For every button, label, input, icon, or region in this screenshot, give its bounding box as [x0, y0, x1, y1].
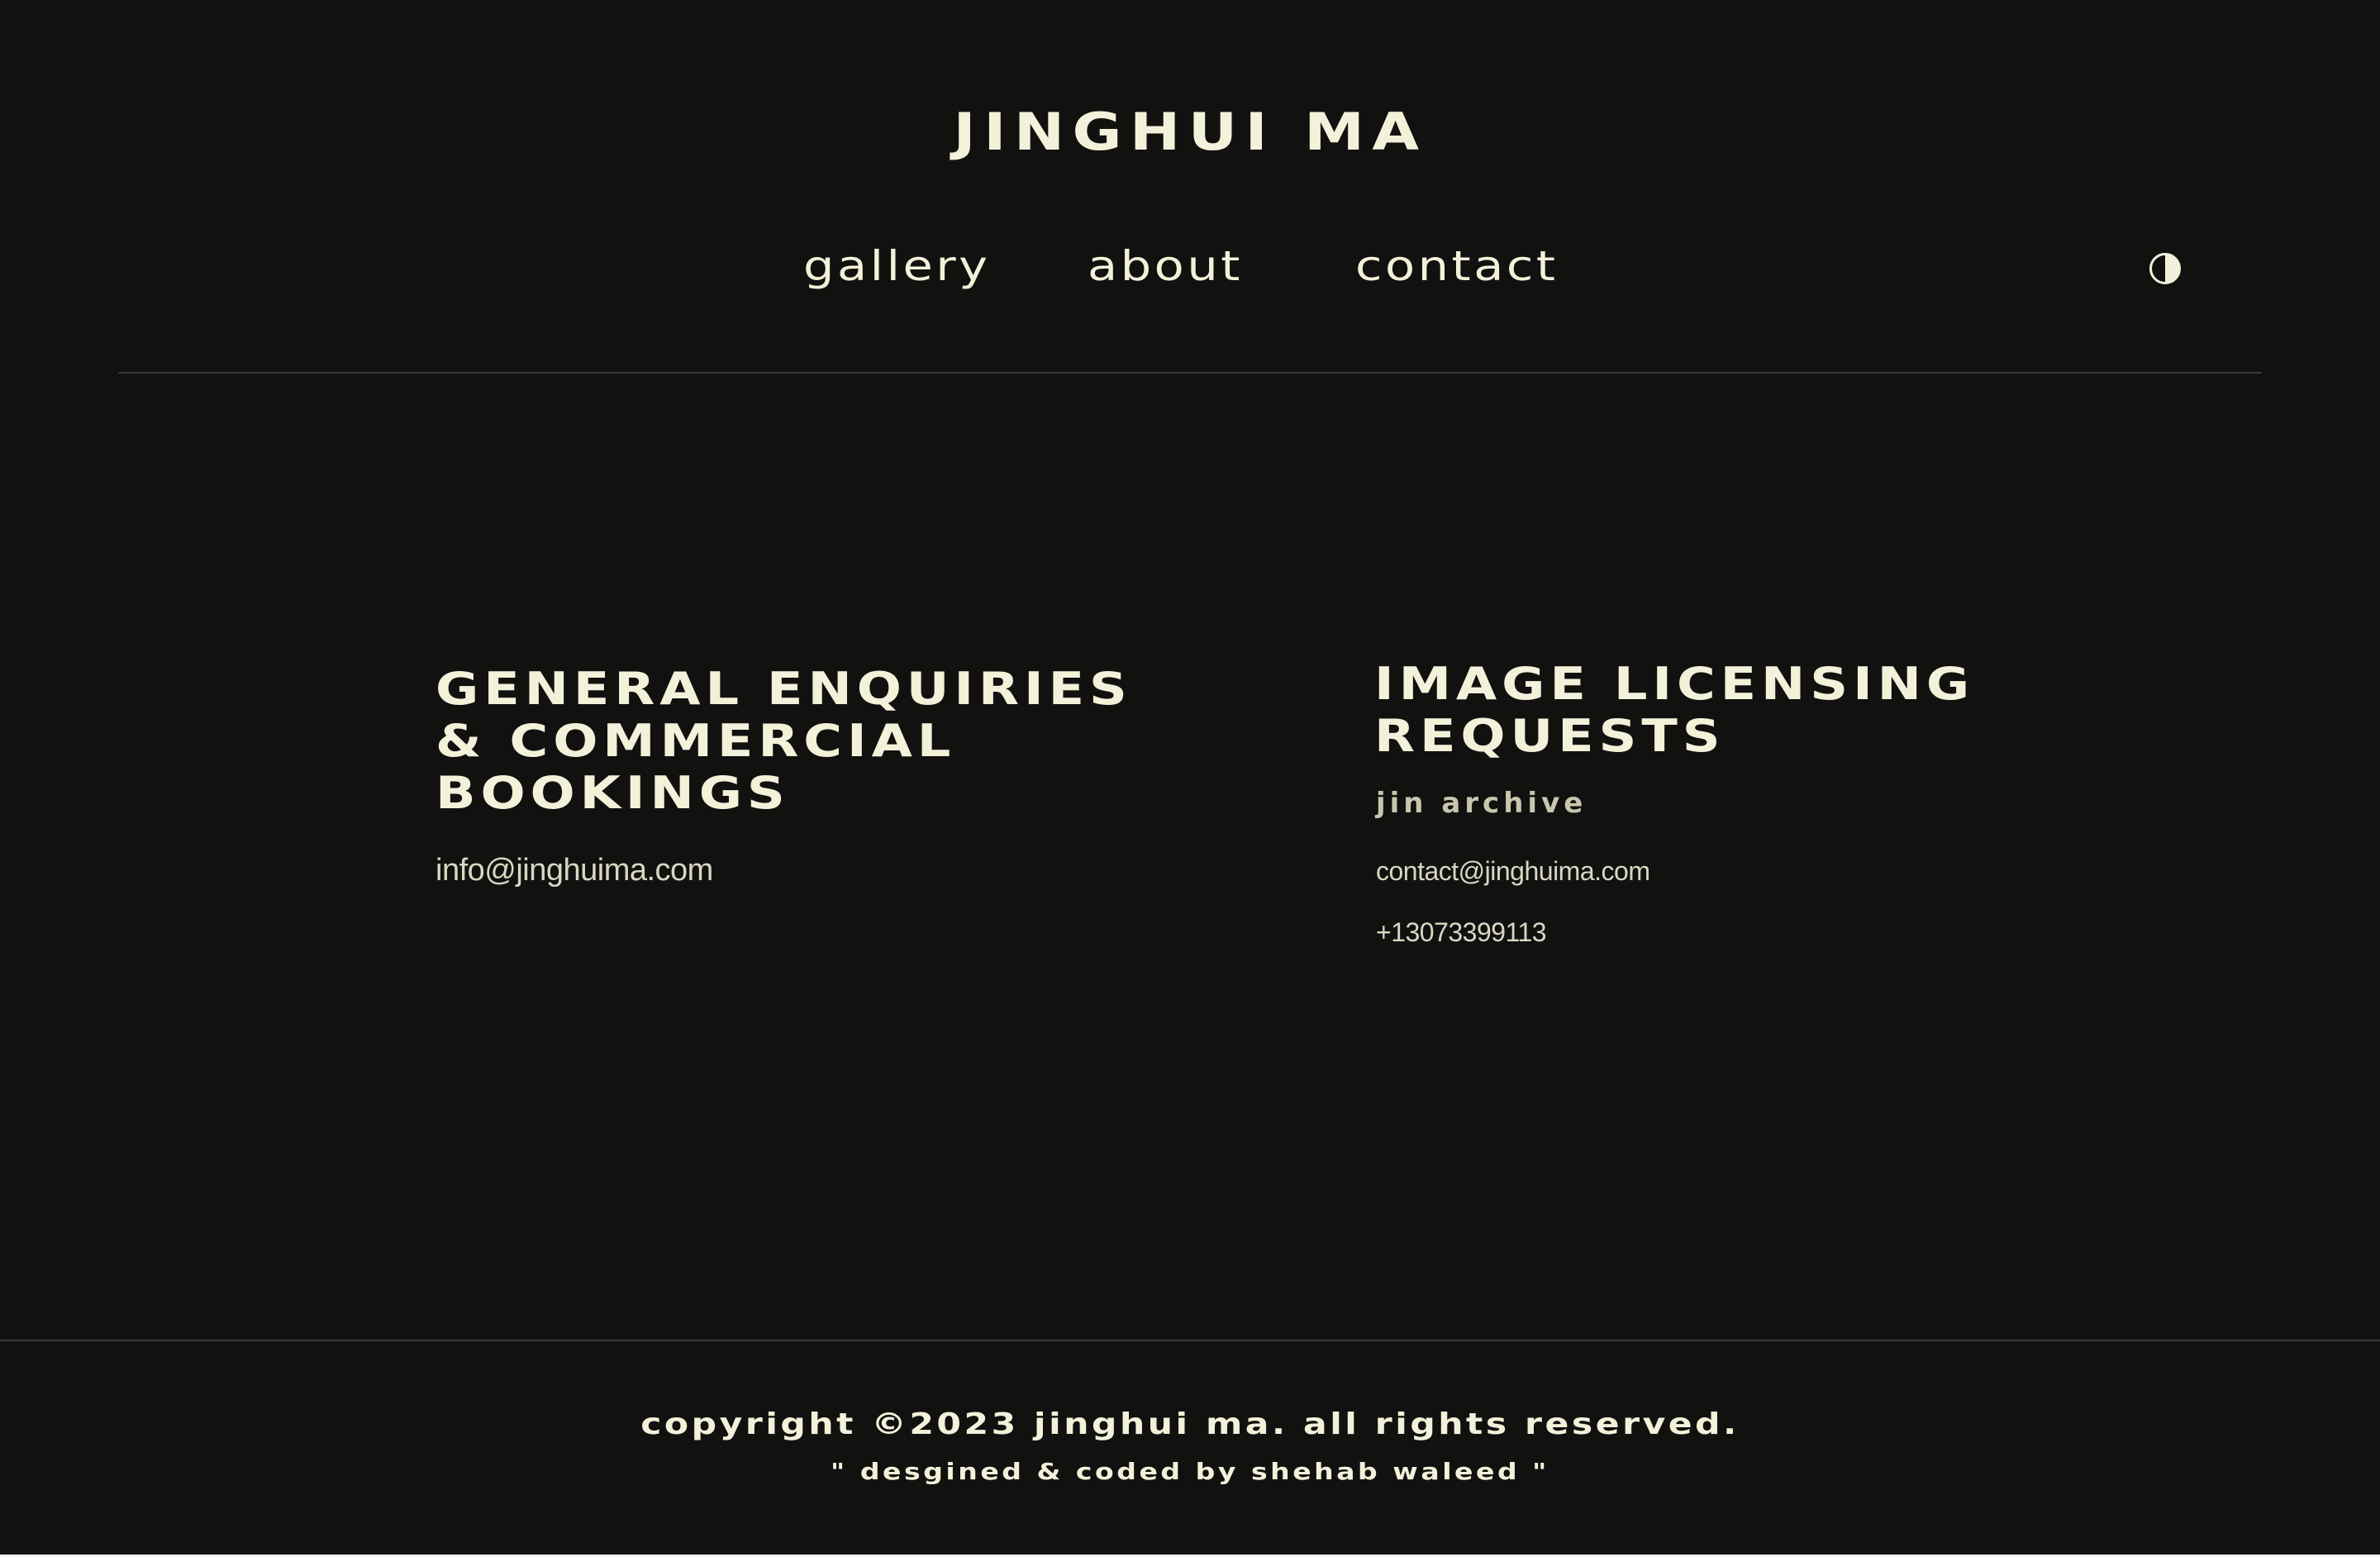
- main-nav: gallery about contact: [0, 233, 2380, 299]
- general-enquiries-column: GENERAL ENQUIRIES & COMMERCIAL BOOKINGS …: [436, 663, 1262, 888]
- licensing-phone-link[interactable]: +13073399113: [1376, 914, 1547, 950]
- nav-link-gallery[interactable]: gallery: [803, 233, 991, 299]
- site-title[interactable]: JINGHUI MA: [0, 96, 2380, 169]
- theme-toggle-icon[interactable]: [2149, 253, 2181, 284]
- image-licensing-column: IMAGE LICENSING REQUESTS jin archive con…: [1374, 658, 2118, 947]
- general-enquiries-heading: GENERAL ENQUIRIES & COMMERCIAL BOOKINGS: [436, 663, 1132, 819]
- licensing-email-link[interactable]: contact@jinghuima.com: [1376, 853, 1650, 889]
- nav-link-about[interactable]: about: [1088, 233, 1243, 299]
- credit-text: " desgined & coded by shehab waleed ": [831, 1458, 1549, 1485]
- general-email-link[interactable]: info@jinghuima.com: [436, 850, 713, 891]
- header-divider: [118, 372, 2262, 374]
- nav-link-contact[interactable]: contact: [1355, 233, 1559, 299]
- copyright-text: copyright ©2023 jinghui ma. all rights r…: [640, 1407, 1740, 1441]
- image-licensing-heading: IMAGE LICENSING REQUESTS: [1374, 658, 1975, 762]
- archive-label: jin archive: [1376, 787, 1587, 820]
- footer-divider: [0, 1340, 2380, 1341]
